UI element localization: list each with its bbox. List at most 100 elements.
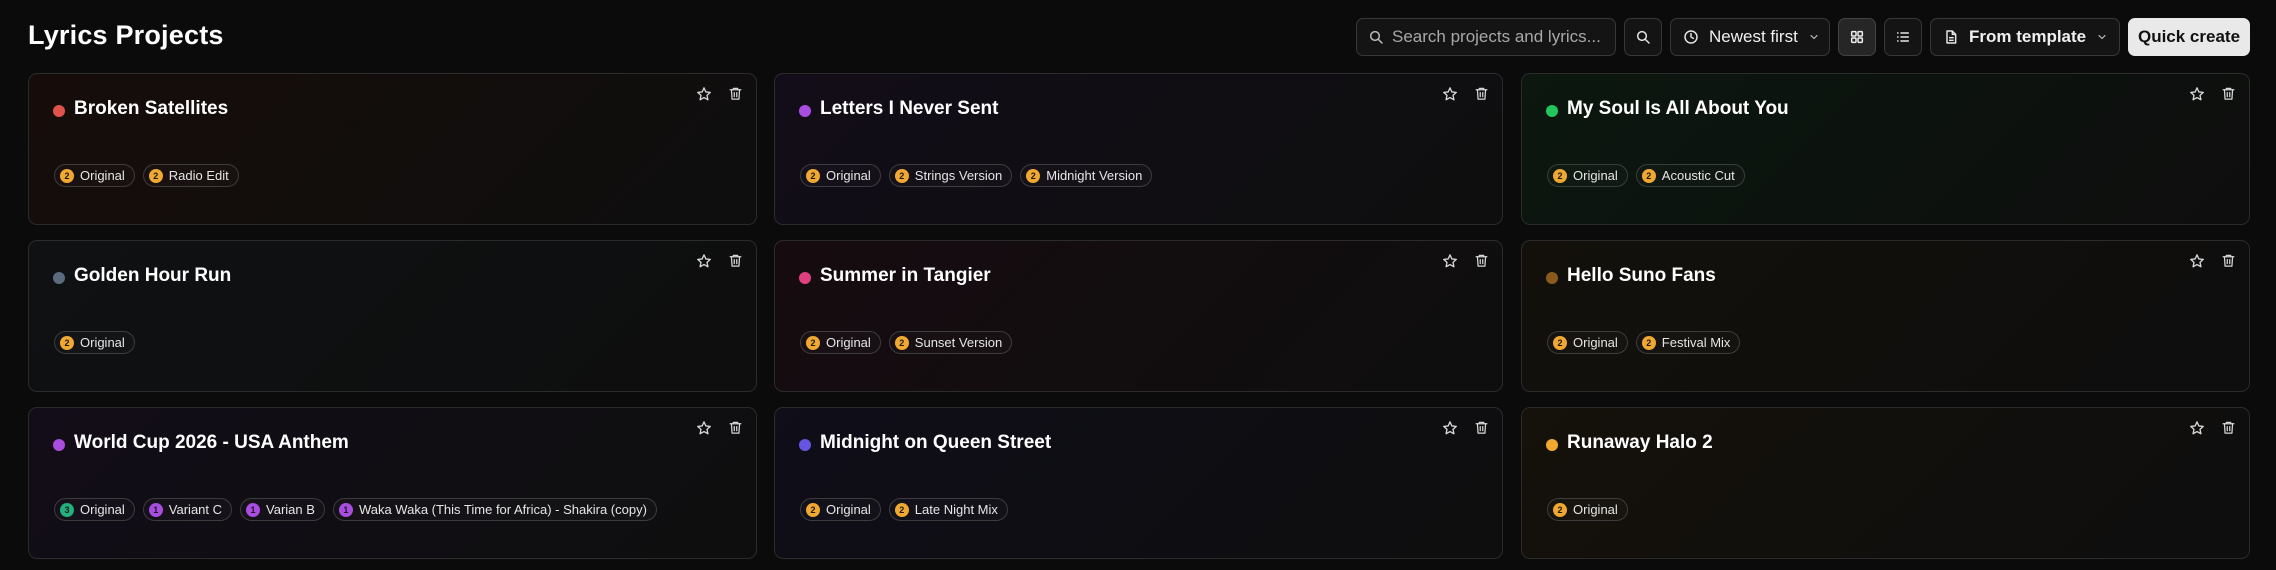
sort-select[interactable]: Newest first [1670, 18, 1830, 56]
project-title: Midnight on Queen Street [820, 432, 1052, 453]
version-chip[interactable]: 2 Late Night Mix [888, 498, 1008, 521]
trash-icon[interactable] [1474, 86, 1489, 101]
version-chip[interactable]: 1 Variant C [142, 498, 233, 521]
search-icon [1368, 29, 1384, 45]
star-icon[interactable] [1442, 86, 1458, 102]
version-chip[interactable]: 2 Original [800, 331, 881, 354]
page-title: Lyrics Projects [28, 20, 224, 50]
project-title: Summer in Tangier [820, 265, 991, 286]
version-chip[interactable]: 2 Strings Version [888, 164, 1013, 187]
version-label: Original [80, 502, 125, 517]
trash-icon[interactable] [2221, 420, 2236, 435]
version-chip[interactable]: 2 Sunset Version [888, 331, 1013, 354]
version-count-badge: 2 [894, 168, 909, 183]
grid-icon [1849, 29, 1865, 45]
project-card[interactable]: Hello Suno Fans 2 Original 2 Festival Mix [1521, 240, 2250, 392]
star-icon[interactable] [2189, 86, 2205, 102]
version-chip[interactable]: 1 Varian B [240, 498, 325, 521]
version-label: Original [826, 502, 871, 517]
project-title: Runaway Halo 2 [1567, 432, 1713, 453]
version-chip[interactable]: 2 Original [1547, 498, 1628, 521]
version-chip[interactable]: 2 Original [1547, 164, 1628, 187]
clock-icon [1683, 29, 1699, 45]
version-count-badge: 2 [148, 168, 163, 183]
search-button[interactable] [1624, 18, 1662, 56]
star-icon[interactable] [696, 420, 712, 436]
version-chip[interactable]: 3 Original [54, 498, 135, 521]
star-icon[interactable] [696, 86, 712, 102]
version-chip[interactable]: 2 Festival Mix [1635, 331, 1741, 354]
trash-icon[interactable] [2221, 86, 2236, 101]
version-label: Original [80, 335, 125, 350]
version-chip[interactable]: 1 Waka Waka (This Time for Africa) - Shak… [332, 498, 657, 521]
trash-icon[interactable] [728, 253, 743, 268]
star-icon[interactable] [2189, 420, 2205, 436]
trash-icon[interactable] [2221, 253, 2236, 268]
version-count-badge: 2 [1553, 168, 1567, 183]
search-placeholder: Search projects and lyrics... [1392, 27, 1601, 46]
project-color-dot [799, 272, 811, 284]
project-card[interactable]: Broken Satellites 2 Original 2 Radio Edit [28, 73, 757, 225]
version-chip[interactable]: 2 Original [1547, 331, 1628, 354]
version-list: 2 Original [1547, 498, 1628, 521]
project-color-dot [799, 105, 811, 117]
search-input[interactable]: Search projects and lyrics... [1356, 18, 1616, 56]
list-icon [1895, 29, 1911, 45]
trash-icon[interactable] [728, 86, 743, 101]
version-count-badge: 1 [246, 502, 261, 517]
project-card[interactable]: World Cup 2026 - USA Anthem 3 Original 1 Var… [28, 407, 757, 559]
version-label: Late Night Mix [914, 502, 998, 517]
project-grid: Broken Satellites 2 Original 2 Radio Edit Let… [28, 73, 2250, 560]
version-chip[interactable]: 2 Original [54, 331, 135, 354]
version-list: 2 Original 2 Sunset Version [800, 331, 1013, 354]
chevron-down-icon [2096, 31, 2108, 43]
chevron-down-icon [1808, 31, 1820, 43]
page-header: Lyrics Projects Search projects and lyri… [0, 0, 2276, 74]
version-label: Midnight Version [1046, 168, 1143, 183]
star-icon[interactable] [696, 253, 712, 269]
version-chip[interactable]: 2 Original [54, 164, 135, 187]
project-card[interactable]: Summer in Tangier 2 Original 2 Sunset Versio… [774, 240, 1503, 392]
version-chip[interactable]: 2 Original [800, 164, 881, 187]
star-icon[interactable] [1442, 420, 1458, 436]
version-label: Original [826, 168, 871, 183]
template-select[interactable]: From template [1930, 18, 2120, 56]
version-count-badge: 2 [1641, 168, 1656, 183]
project-card[interactable]: Letters I Never Sent 2 Original 2 Strings Ve… [774, 73, 1503, 225]
version-chip[interactable]: 2 Radio Edit [142, 164, 239, 187]
version-count-badge: 2 [806, 168, 820, 183]
version-count-badge: 2 [806, 502, 820, 517]
star-icon[interactable] [1442, 253, 1458, 269]
version-label: Festival Mix [1661, 335, 1731, 350]
version-list: 2 Original 2 Late Night Mix [800, 498, 1008, 521]
project-card[interactable]: My Soul Is All About You 2 Original 2 Acoust… [1521, 73, 2250, 225]
version-list: 2 Original 2 Strings Version 2 Midnight Versi… [800, 164, 1153, 187]
project-card[interactable]: Midnight on Queen Street 2 Original 2 Late N… [774, 407, 1503, 559]
trash-icon[interactable] [1474, 420, 1489, 435]
version-count-badge: 3 [60, 502, 74, 517]
version-label: Varian B [266, 502, 315, 517]
version-chip[interactable]: 2 Acoustic Cut [1635, 164, 1745, 187]
trash-icon[interactable] [728, 420, 743, 435]
version-label: Waka Waka (This Time for Africa) - Shaki… [358, 502, 647, 517]
project-title: World Cup 2026 - USA Anthem [74, 432, 349, 453]
version-chip[interactable]: 2 Original [800, 498, 881, 521]
version-list: 2 Original 2 Acoustic Cut [1547, 164, 1745, 187]
template-label: From template [1969, 27, 2087, 46]
list-view-button[interactable] [1884, 18, 1922, 56]
quick-create-button[interactable]: Quick create [2128, 18, 2250, 56]
project-title: Golden Hour Run [74, 265, 232, 286]
project-color-dot [53, 439, 65, 451]
version-label: Sunset Version [914, 335, 1003, 350]
version-chip[interactable]: 2 Midnight Version [1020, 164, 1153, 187]
grid-view-button[interactable] [1838, 18, 1876, 56]
version-label: Variant C [168, 502, 223, 517]
trash-icon[interactable] [1474, 253, 1489, 268]
star-icon[interactable] [2189, 253, 2205, 269]
version-count-badge: 2 [60, 335, 74, 350]
project-card[interactable]: Runaway Halo 2 2 Original [1521, 407, 2250, 559]
project-color-dot [799, 439, 811, 451]
version-count-badge: 2 [1026, 168, 1041, 183]
project-card[interactable]: Golden Hour Run 2 Original [28, 240, 757, 392]
project-color-dot [1546, 105, 1558, 117]
